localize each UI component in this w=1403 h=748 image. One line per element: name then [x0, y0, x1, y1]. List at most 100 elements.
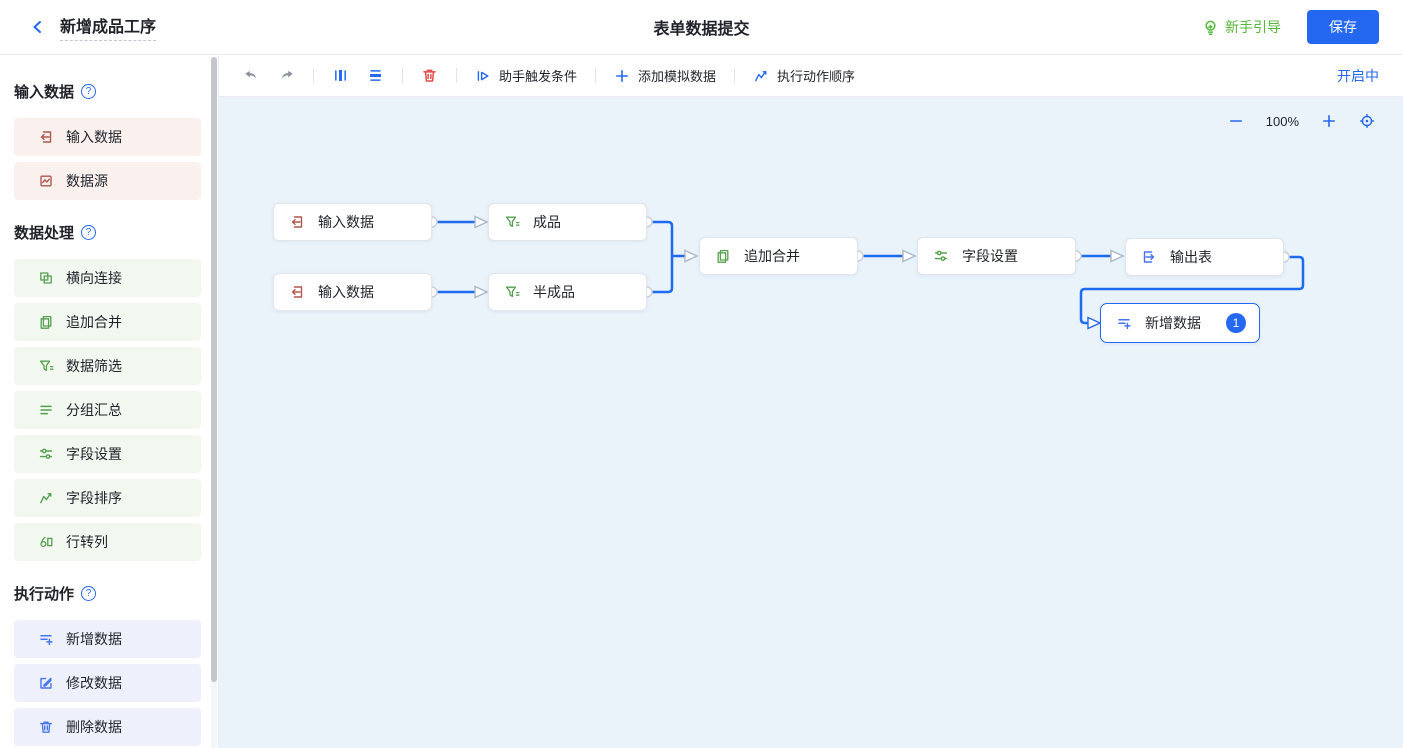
sidebar-item-edit-data[interactable]: 修改数据: [14, 664, 201, 702]
align-horizontal-center-icon[interactable]: [332, 67, 349, 84]
doc-export-icon: [1141, 249, 1157, 265]
status-enabled[interactable]: 开启中: [1337, 66, 1379, 86]
node-filter-semi-finished[interactable]: 半成品: [488, 273, 647, 311]
sidebar-item-label: 分组汇总: [66, 400, 122, 420]
row-to-column-icon: [38, 534, 54, 550]
sidebar-item-label: 追加合并: [66, 312, 122, 332]
divider: [595, 68, 596, 83]
sidebar-item-row-to-column[interactable]: 行转列: [14, 523, 201, 561]
node-field-settings[interactable]: 字段设置: [917, 237, 1076, 275]
redo-icon[interactable]: [278, 67, 295, 84]
zoom-level: 100%: [1266, 114, 1299, 129]
back-button[interactable]: [24, 13, 52, 41]
sidebar-item-field-sort[interactable]: 字段排序: [14, 479, 201, 517]
page-title: 新增成品工序: [60, 13, 156, 41]
doc-import-icon: [289, 214, 305, 230]
zoom-out-icon[interactable]: [1228, 113, 1244, 129]
connector-layer: [219, 97, 1403, 748]
workflow-editor-app: 新增成品工序 表单数据提交 新手引导 保存 输入数据 ? 输入数据 数据源: [0, 0, 1403, 748]
sidebar-item-horizontal-join[interactable]: 横向连接: [14, 259, 201, 297]
divider: [456, 68, 457, 83]
sidebar-scrollbar[interactable]: [211, 57, 217, 748]
node-output-table[interactable]: 输出表: [1125, 238, 1284, 276]
divider: [402, 68, 403, 83]
section-title-input-data: 输入数据 ?: [14, 81, 200, 102]
delete-icon[interactable]: [421, 67, 438, 84]
beginner-guide-label: 新手引导: [1225, 17, 1281, 37]
add-data-icon: [1116, 315, 1132, 331]
filter-icon: [504, 214, 520, 230]
sidebar-item-delete-data[interactable]: 删除数据: [14, 708, 201, 746]
node-count-badge: 1: [1226, 313, 1246, 333]
node-label: 新增数据: [1145, 313, 1201, 333]
sidebar-item-label: 横向连接: [66, 268, 122, 288]
trash-icon: [38, 719, 54, 735]
node-input-data-1[interactable]: 输入数据: [273, 203, 432, 241]
scrollbar-thumb[interactable]: [211, 57, 217, 682]
add-data-icon: [38, 631, 54, 647]
assistant-trigger-button[interactable]: 助手触发条件: [475, 66, 577, 85]
sidebar-item-field-settings[interactable]: 字段设置: [14, 435, 201, 473]
sidebar-item-data-filter[interactable]: 数据筛选: [14, 347, 201, 385]
sidebar-item-label: 字段排序: [66, 488, 122, 508]
sidebar-item-group-summary[interactable]: 分组汇总: [14, 391, 201, 429]
node-filter-finished[interactable]: 成品: [488, 203, 647, 241]
node-add-data[interactable]: 新增数据 1: [1100, 303, 1260, 343]
section-title-data-processing: 数据处理 ?: [14, 222, 200, 243]
doc-import-icon: [289, 284, 305, 300]
node-label: 成品: [533, 212, 561, 232]
edit-icon: [38, 675, 54, 691]
sliders-icon: [933, 248, 949, 264]
sidebar-item-label: 数据筛选: [66, 356, 122, 376]
node-label: 字段设置: [962, 246, 1018, 266]
fit-view-icon[interactable]: [1359, 113, 1375, 129]
zoom-in-icon[interactable]: [1321, 113, 1337, 129]
sidebar-item-label: 修改数据: [66, 673, 122, 693]
node-label: 输入数据: [318, 282, 374, 302]
sidebar-item-label: 行转列: [66, 532, 108, 552]
undo-icon[interactable]: [243, 67, 260, 84]
sidebar-item-datasource[interactable]: 数据源: [14, 162, 201, 200]
doc-import-icon: [38, 129, 54, 145]
section-title-actions: 执行动作 ?: [14, 583, 200, 604]
filter-icon: [38, 358, 54, 374]
beginner-guide-link[interactable]: 新手引导: [1202, 17, 1281, 37]
action-order-button[interactable]: 执行动作顺序: [753, 66, 855, 85]
sidebar-item-label: 输入数据: [66, 127, 122, 147]
datasource-icon: [38, 173, 54, 189]
play-bar-icon: [475, 68, 491, 84]
node-append-merge[interactable]: 追加合并: [699, 237, 858, 275]
append-merge-icon: [715, 248, 731, 264]
align-vertical-center-icon[interactable]: [367, 67, 384, 84]
lightbulb-icon: [1202, 19, 1219, 36]
node-label: 追加合并: [744, 246, 800, 266]
order-chart-icon: [753, 68, 769, 84]
save-button[interactable]: 保存: [1307, 10, 1379, 44]
sidebar-item-add-data[interactable]: 新增数据: [14, 620, 201, 658]
divider: [313, 68, 314, 83]
node-label: 输入数据: [318, 212, 374, 232]
plus-icon: [614, 68, 630, 84]
horizontal-join-icon: [38, 270, 54, 286]
help-icon[interactable]: ?: [81, 225, 96, 240]
sort-chart-icon: [38, 490, 54, 506]
sidebar-item-append-merge[interactable]: 追加合并: [14, 303, 201, 341]
sidebar-item-input-data[interactable]: 输入数据: [14, 118, 201, 156]
help-icon[interactable]: ?: [81, 84, 96, 99]
workflow-canvas[interactable]: 100%: [219, 97, 1403, 748]
header: 新增成品工序 表单数据提交 新手引导 保存: [0, 0, 1403, 55]
node-label: 半成品: [533, 282, 575, 302]
help-icon[interactable]: ?: [81, 586, 96, 601]
canvas-toolbar: 助手触发条件 添加模拟数据 执行动作顺序 开启中: [219, 55, 1403, 97]
node-input-data-2[interactable]: 输入数据: [273, 273, 432, 311]
sidebar-item-label: 删除数据: [66, 717, 122, 737]
sidebar-item-label: 字段设置: [66, 444, 122, 464]
sidebar-item-label: 数据源: [66, 171, 108, 191]
filter-icon: [504, 284, 520, 300]
sliders-icon: [38, 446, 54, 462]
divider: [734, 68, 735, 83]
sidebar: 输入数据 ? 输入数据 数据源 数据处理 ? 横向连接 追加: [0, 55, 219, 748]
zoom-controls: 100%: [1228, 113, 1375, 129]
add-mock-data-button[interactable]: 添加模拟数据: [614, 66, 716, 85]
sidebar-item-label: 新增数据: [66, 629, 122, 649]
